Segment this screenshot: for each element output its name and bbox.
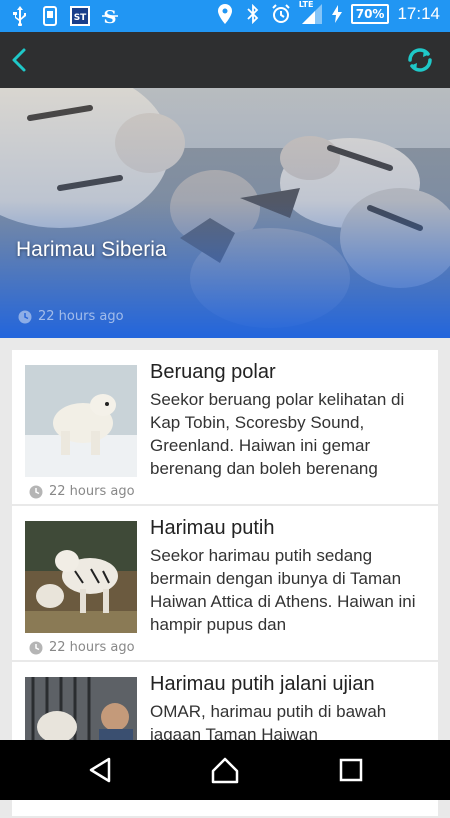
- s-app-icon: S: [100, 6, 120, 26]
- home-icon[interactable]: [210, 755, 240, 785]
- article-title: Harimau putih: [150, 517, 275, 539]
- battery-indicator: 70%: [350, 4, 390, 24]
- article-time: 22 hours ago: [29, 640, 135, 655]
- clock-icon: [29, 641, 43, 654]
- article-snippet: Seekor harimau putih sedang bermain deng…: [150, 546, 416, 634]
- app-bar: [0, 32, 450, 88]
- article-title: Harimau putih jalani ujian: [150, 673, 375, 695]
- featured-time-label: 22 hours ago: [38, 309, 124, 324]
- featured-image: [0, 88, 450, 338]
- alarm-icon: [271, 4, 291, 24]
- charging-icon: [331, 4, 343, 24]
- featured-time: 22 hours ago: [18, 309, 124, 324]
- usb-icon: [10, 6, 30, 26]
- status-bar: ST S LTE 70% 17:14: [0, 0, 450, 32]
- clock-icon: [29, 485, 43, 498]
- signal-lte-icon: LTE: [299, 0, 323, 24]
- article-time: 22 hours ago: [29, 484, 135, 499]
- st-app-icon: ST: [70, 6, 90, 26]
- lte-label: LTE: [298, 0, 314, 9]
- list-item[interactable]: Harimau putih Seekor harimau putih sedan…: [12, 506, 438, 660]
- article-snippet: Seekor beruang polar kelihatan di Kap To…: [150, 390, 405, 478]
- article-title: Beruang polar: [150, 361, 276, 383]
- back-triangle-icon[interactable]: [85, 755, 115, 785]
- article-time-label: 22 hours ago: [49, 484, 135, 499]
- article-thumbnail: [25, 521, 137, 633]
- refresh-icon[interactable]: [404, 44, 436, 76]
- clock: 17:14: [397, 4, 440, 23]
- navigation-bar: [0, 740, 450, 800]
- bluetooth-icon: [243, 4, 263, 24]
- location-icon: [215, 4, 235, 24]
- article-thumbnail: [25, 365, 137, 477]
- svg-text:ST: ST: [74, 13, 87, 23]
- sd-card-icon: [40, 6, 60, 26]
- recents-icon[interactable]: [336, 755, 366, 785]
- featured-title: Harimau Siberia: [16, 238, 167, 261]
- clock-icon: [18, 310, 32, 323]
- back-chevron-icon[interactable]: [6, 44, 38, 76]
- featured-article[interactable]: Harimau Siberia 22 hours ago: [0, 88, 450, 338]
- list-item[interactable]: Beruang polar Seekor beruang polar kelih…: [12, 350, 438, 504]
- article-time-label: 22 hours ago: [49, 640, 135, 655]
